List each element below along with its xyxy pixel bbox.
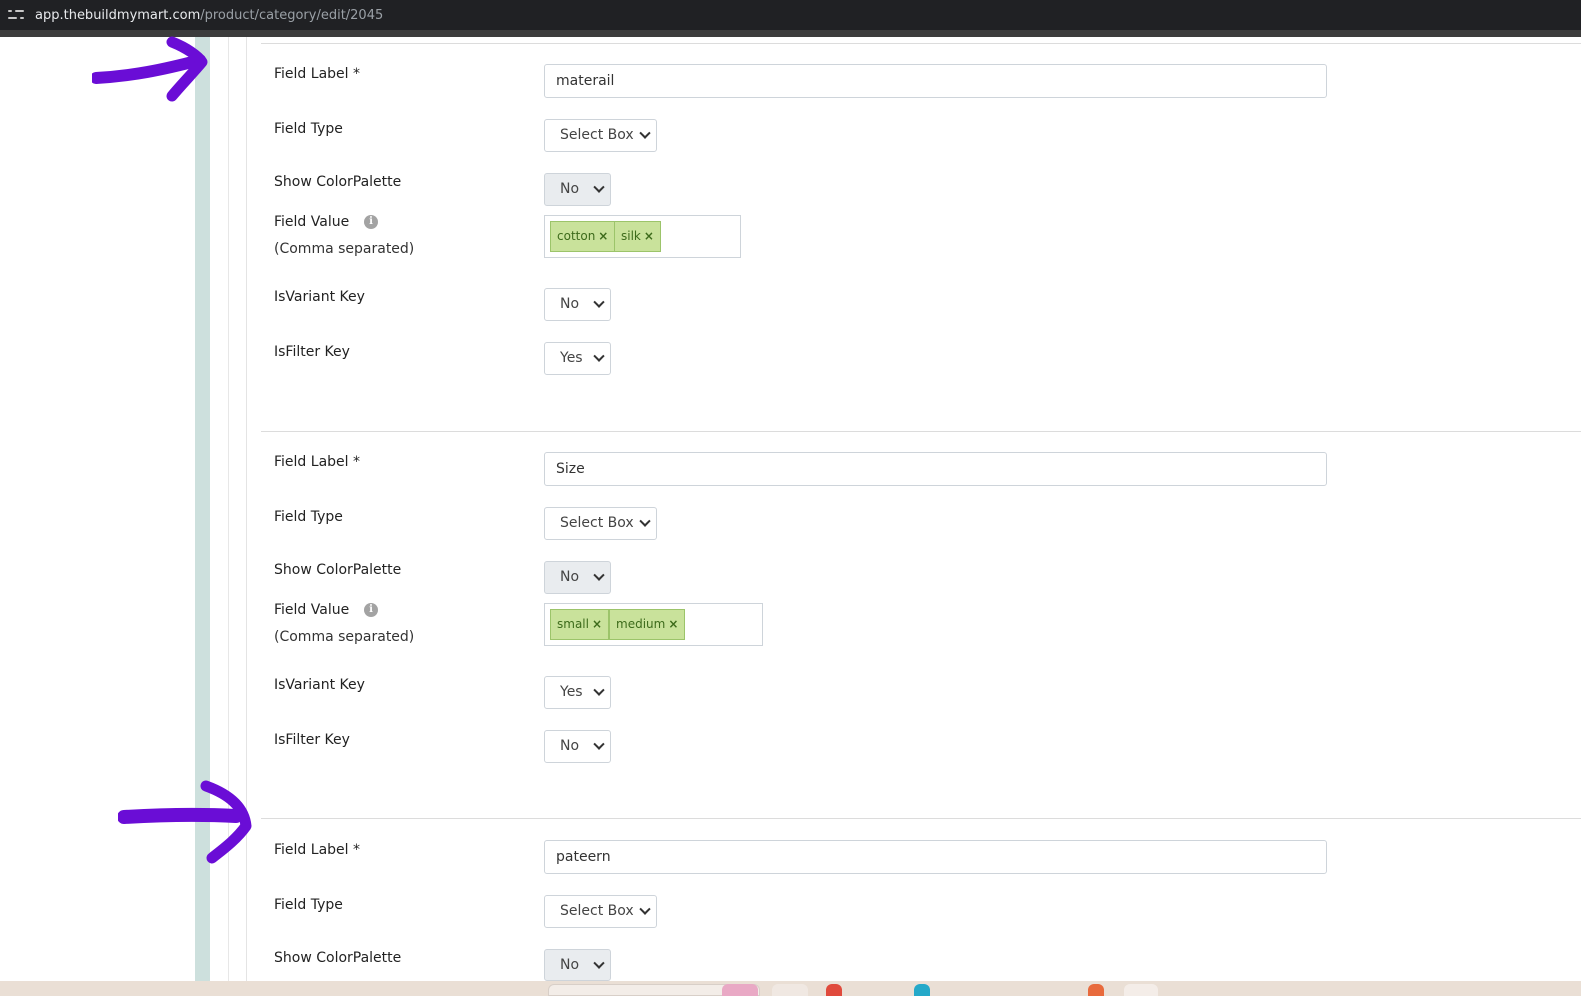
section-divider (261, 43, 1581, 44)
is-filter-key-label: IsFilter Key (274, 344, 350, 360)
chevron-down-icon (593, 957, 605, 969)
tag-text: cotton (557, 229, 596, 243)
field-type-select[interactable]: Select Box (544, 119, 657, 152)
show-color-palette-select[interactable]: No (544, 561, 611, 594)
info-icon[interactable]: i (364, 215, 378, 229)
field-type-label: Field Type (274, 121, 343, 137)
show-color-palette-value: No (560, 569, 580, 585)
field-label-input[interactable]: Size (544, 452, 1327, 486)
field-type-label: Field Type (274, 897, 343, 913)
section-divider (261, 818, 1581, 819)
annotation-arrow-icon (118, 780, 252, 864)
show-color-palette-select[interactable]: No (544, 949, 611, 981)
is-variant-key-label: IsVariant Key (274, 289, 365, 305)
field-type-value: Select Box (560, 903, 634, 919)
value-tag[interactable]: medium × (609, 609, 686, 640)
chevron-down-icon (593, 684, 605, 696)
field-value-label: Field Value (274, 602, 350, 618)
is-variant-key-value: No (560, 296, 580, 312)
field-label-input[interactable]: materail (544, 64, 1327, 98)
field-value-tag-input[interactable]: cotton × silk × (544, 215, 741, 258)
chevron-down-icon (593, 350, 605, 362)
chevron-down-icon (593, 296, 605, 308)
value-tag[interactable]: small × (550, 609, 610, 640)
url-text[interactable]: app.thebuildmymart.com/product/category/… (35, 8, 383, 23)
chevron-down-icon (639, 903, 651, 915)
is-variant-key-value: Yes (560, 684, 583, 700)
field-label-label: Field Label * (274, 66, 360, 82)
comma-separated-hint: (Comma separated) (274, 241, 415, 257)
tag-remove-icon[interactable]: × (644, 229, 654, 243)
is-filter-key-label: IsFilter Key (274, 732, 350, 748)
taskbar-app-icon[interactable] (826, 984, 842, 996)
field-label-label: Field Label * (274, 842, 360, 858)
show-color-palette-value: No (560, 181, 580, 197)
tag-remove-icon[interactable]: × (592, 617, 602, 631)
tag-remove-icon[interactable]: × (668, 617, 678, 631)
is-filter-key-select[interactable]: Yes (544, 342, 611, 375)
is-variant-key-label: IsVariant Key (274, 677, 365, 693)
field-type-select[interactable]: Select Box (544, 507, 657, 540)
taskbar-app-icon[interactable] (772, 984, 808, 996)
site-settings-icon[interactable] (8, 8, 24, 22)
field-label-label: Field Label * (274, 454, 360, 470)
field-value-tag-input[interactable]: small × medium × (544, 603, 763, 646)
chevron-down-icon (639, 127, 651, 139)
show-color-palette-select[interactable]: No (544, 173, 611, 206)
browser-url-bar[interactable]: app.thebuildmymart.com/product/category/… (0, 0, 1581, 30)
chevron-down-icon (593, 738, 605, 750)
os-taskbar (0, 981, 1581, 996)
section-divider (261, 431, 1581, 432)
is-variant-key-select[interactable]: No (544, 288, 611, 321)
show-color-palette-value: No (560, 957, 580, 973)
chevron-down-icon (639, 515, 651, 527)
show-color-palette-label: Show ColorPalette (274, 174, 402, 190)
comma-separated-hint: (Comma separated) (274, 629, 415, 645)
toolbar-shadow (0, 30, 1581, 37)
is-filter-key-select[interactable]: No (544, 730, 611, 763)
taskbar-app-icon[interactable] (1124, 984, 1158, 996)
chevron-down-icon (593, 181, 605, 193)
show-color-palette-label: Show ColorPalette (274, 950, 402, 966)
taskbar-app-icon[interactable] (1088, 984, 1104, 996)
url-host: app.thebuildmymart.com (35, 7, 201, 23)
tag-remove-icon[interactable]: × (598, 229, 608, 243)
field-type-value: Select Box (560, 515, 634, 531)
url-path: /product/category/edit/2045 (200, 7, 384, 23)
field-label-input[interactable]: pateern (544, 840, 1327, 874)
tag-text: silk (621, 229, 641, 243)
is-filter-key-value: Yes (560, 350, 583, 366)
annotation-arrow-icon (92, 36, 208, 102)
taskbar-app-icon[interactable] (914, 984, 930, 996)
value-tag[interactable]: silk × (614, 221, 661, 252)
value-tag[interactable]: cotton × (550, 221, 616, 252)
taskbar-app-icon[interactable] (722, 984, 758, 996)
tag-text: small (557, 617, 589, 631)
tag-text: medium (616, 617, 666, 631)
show-color-palette-label: Show ColorPalette (274, 562, 402, 578)
chevron-down-icon (593, 569, 605, 581)
field-type-value: Select Box (560, 127, 634, 143)
field-type-label: Field Type (274, 509, 343, 525)
is-variant-key-select[interactable]: Yes (544, 676, 611, 709)
is-filter-key-value: No (560, 738, 580, 754)
info-icon[interactable]: i (364, 603, 378, 617)
field-type-select[interactable]: Select Box (544, 895, 657, 928)
field-value-label: Field Value (274, 214, 350, 230)
